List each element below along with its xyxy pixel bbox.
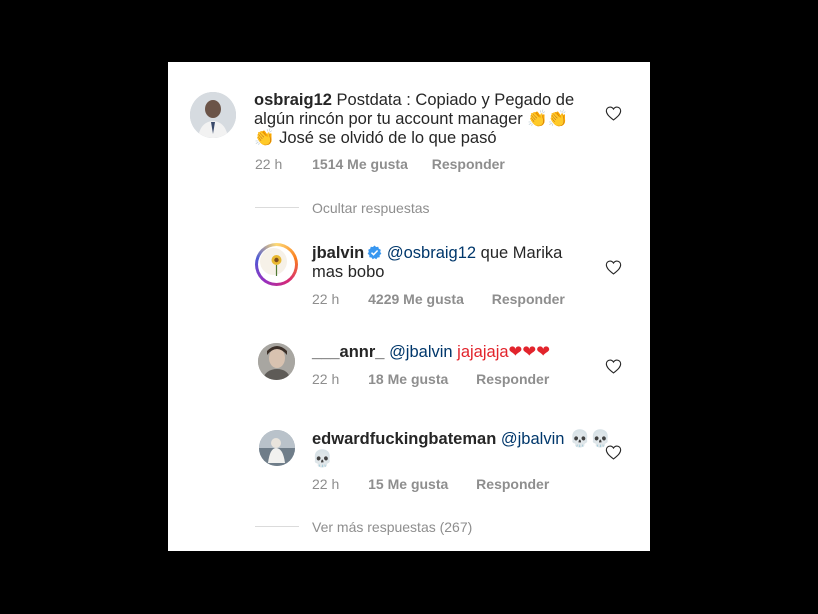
comment-time: 22 h	[312, 291, 340, 307]
comment-username[interactable]: ___annr_	[312, 343, 384, 361]
avatar-edwardfuckingbateman[interactable]	[259, 430, 295, 466]
heart-outline-icon[interactable]	[605, 445, 622, 460]
comment-time: 22 h	[255, 156, 283, 172]
comment-body: ___annr_ @jbalvin jajajaja❤❤❤	[312, 343, 602, 362]
person-avatar-image	[190, 92, 236, 138]
hide-replies-button[interactable]: Ocultar respuestas	[312, 200, 430, 216]
comment-username[interactable]: jbalvin	[312, 244, 364, 262]
view-more-replies-button[interactable]: Ver más respuestas (267)	[312, 519, 472, 535]
comment-likes[interactable]: 1514 Me gusta	[312, 156, 408, 172]
comment-username[interactable]: edwardfuckingbateman	[312, 430, 496, 448]
comments-panel: osbraig12 Postdata : Copiado y Pegado de…	[168, 62, 650, 551]
thread-divider	[255, 207, 299, 208]
reply-button[interactable]: Responder	[476, 371, 549, 387]
comment-likes[interactable]: 4229 Me gusta	[368, 291, 464, 307]
thread-divider	[255, 526, 299, 527]
reply-button[interactable]: Responder	[476, 476, 549, 492]
comment-body: edwardfuckingbateman @jbalvin 💀💀💀	[312, 429, 612, 469]
comment-likes[interactable]: 15 Me gusta	[368, 476, 448, 492]
comment-meta: 22 h 1514 Me gusta Responder	[255, 156, 505, 172]
comment-body: osbraig12 Postdata : Copiado y Pegado de…	[254, 91, 584, 148]
avatar-jbalvin[interactable]	[255, 243, 298, 286]
person-avatar-image	[258, 343, 295, 380]
comment-mention[interactable]: @osbraig12	[387, 244, 476, 262]
verified-badge-icon	[367, 245, 382, 260]
reply-button[interactable]: Responder	[432, 156, 505, 172]
comment-meta: 22 h 18 Me gusta Responder	[312, 371, 549, 387]
comment-username[interactable]: osbraig12	[254, 91, 332, 109]
avatar-annr[interactable]	[258, 343, 295, 380]
reply-button[interactable]: Responder	[492, 291, 565, 307]
flower-icon	[271, 255, 282, 276]
comment-body: jbalvin @osbraig12 que Marika mas bobo	[312, 244, 582, 282]
person-avatar-image	[259, 430, 295, 466]
heart-outline-icon[interactable]	[605, 260, 622, 275]
comment-mention[interactable]: @jbalvin	[389, 343, 453, 361]
comment-mention[interactable]: @jbalvin	[501, 430, 565, 448]
comment-likes[interactable]: 18 Me gusta	[368, 371, 448, 387]
heart-outline-icon[interactable]	[605, 106, 622, 121]
comment-meta: 22 h 15 Me gusta Responder	[312, 476, 549, 492]
comment-text: jajajaja❤❤❤	[452, 343, 551, 361]
comment-time: 22 h	[312, 476, 340, 492]
avatar-osbraig12[interactable]	[190, 92, 236, 138]
comment-meta: 22 h 4229 Me gusta Responder	[312, 291, 565, 307]
comment-time: 22 h	[312, 371, 340, 387]
heart-outline-icon[interactable]	[605, 359, 622, 374]
